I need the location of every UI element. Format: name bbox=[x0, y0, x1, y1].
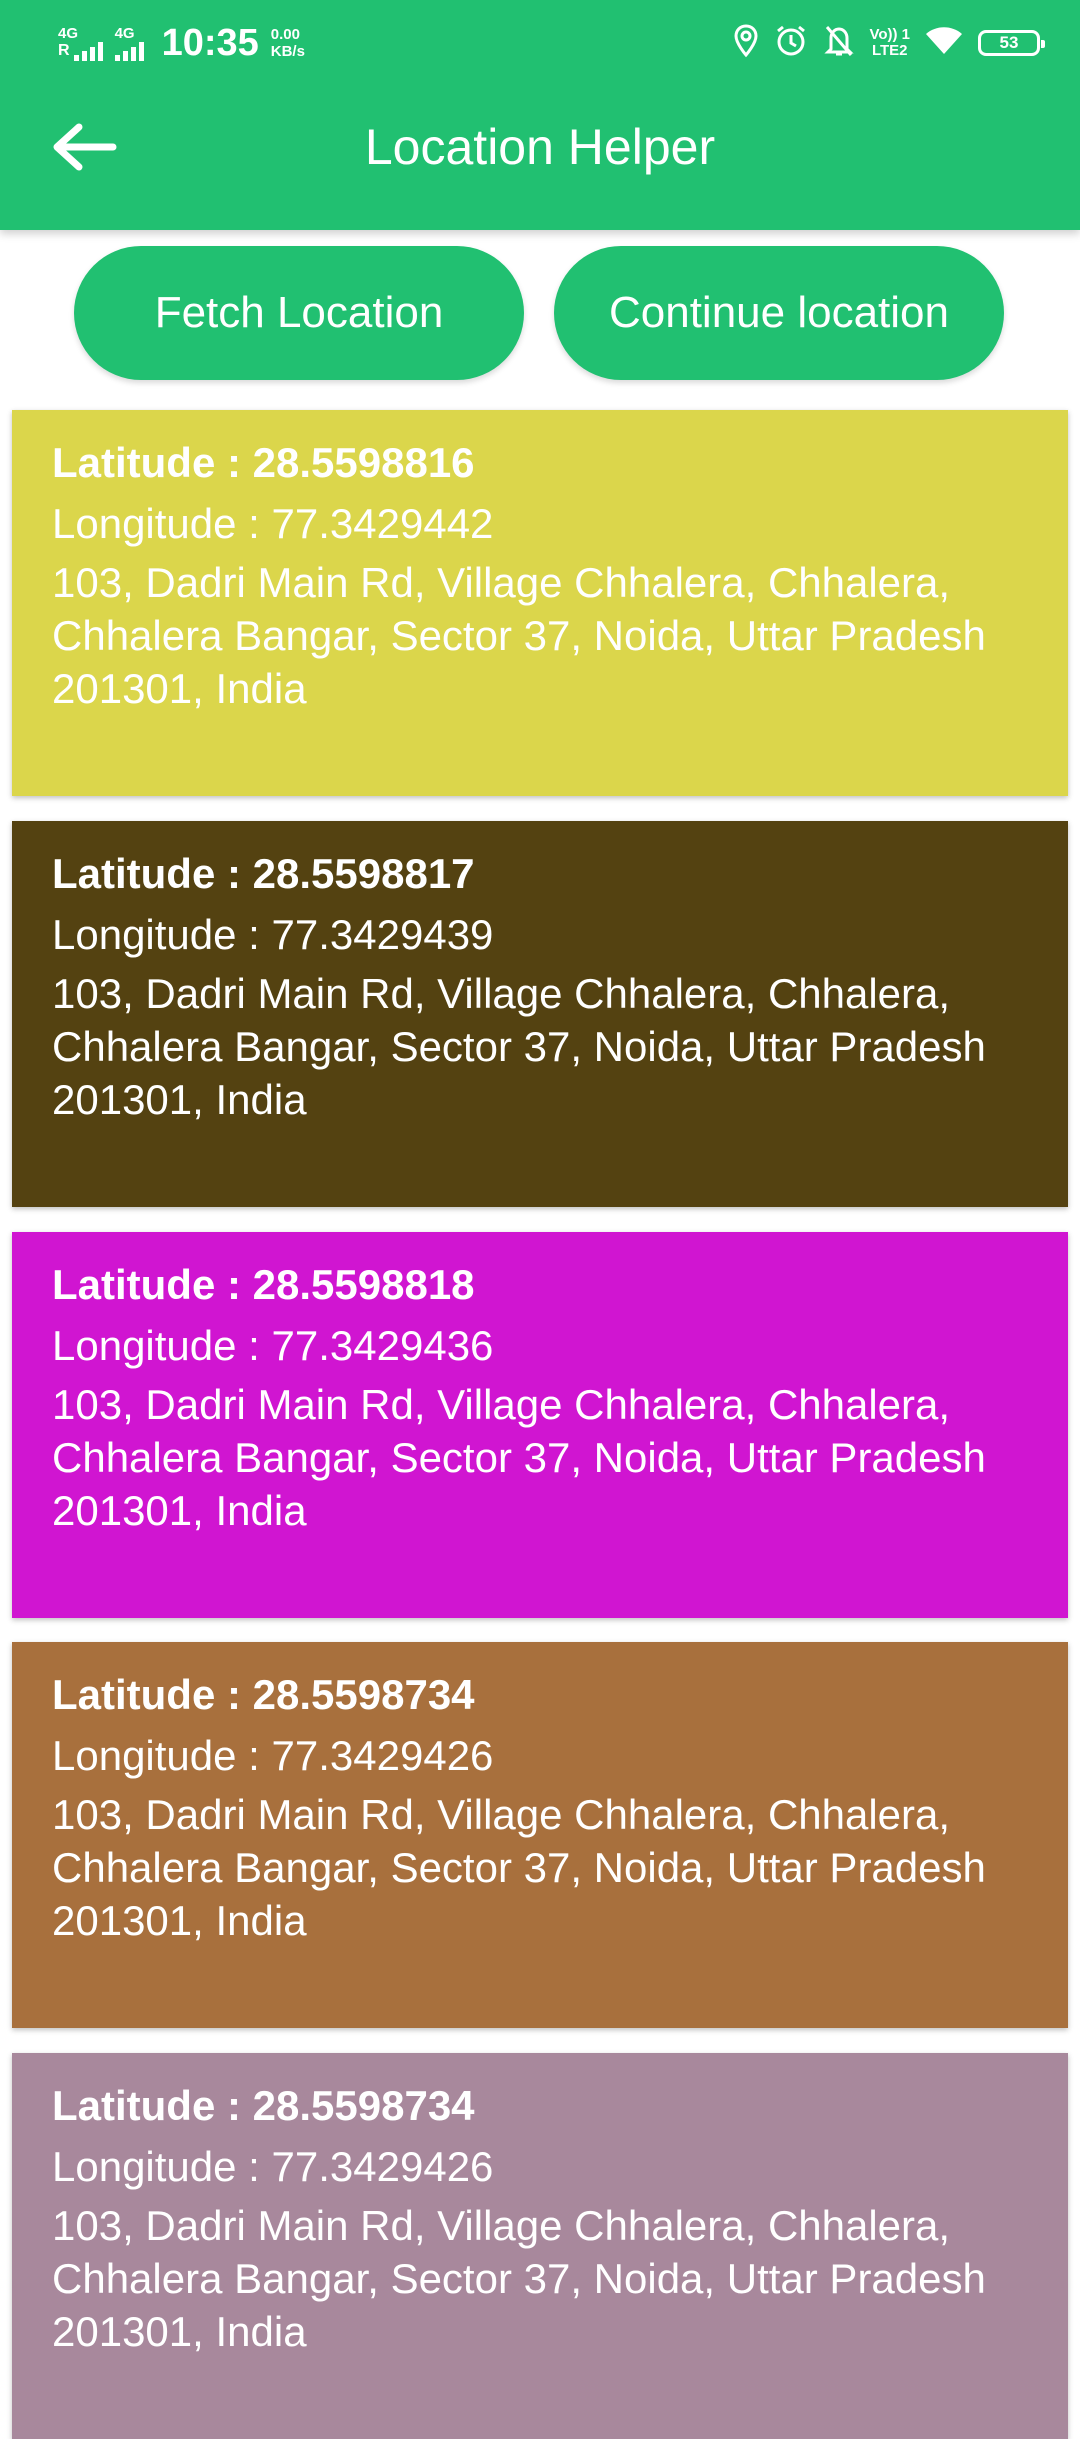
clock: 10:35 bbox=[161, 21, 259, 64]
status-right: Vo)) 1 LTE2 53 bbox=[733, 20, 1045, 66]
location-card[interactable]: Latitude : 28.5598817 Longitude : 77.342… bbox=[12, 821, 1068, 1207]
network-speed: 0.00 KB/s bbox=[271, 26, 305, 60]
roaming-label: R bbox=[58, 41, 70, 59]
location-icon bbox=[733, 23, 759, 63]
longitude-text: Longitude : 77.3429426 bbox=[52, 1732, 494, 1779]
signal-sim1: 4G R bbox=[58, 26, 103, 61]
fetch-location-button[interactable]: Fetch Location bbox=[74, 246, 524, 380]
signal-sim2: 4G bbox=[114, 24, 144, 61]
network-type-label: 4G bbox=[58, 24, 79, 42]
mute-bell-icon bbox=[823, 23, 855, 64]
address-text: 103, Dadri Main Rd, Village Chhalera, Ch… bbox=[52, 1791, 986, 1944]
address-text: 103, Dadri Main Rd, Village Chhalera, Ch… bbox=[52, 2202, 986, 2355]
location-card[interactable]: Latitude : 28.5598818 Longitude : 77.342… bbox=[12, 1232, 1068, 1618]
longitude-text: Longitude : 77.3429439 bbox=[52, 911, 494, 958]
location-card[interactable]: Latitude : 28.5598734 Longitude : 77.342… bbox=[12, 1642, 1068, 2028]
speed-unit: KB/s bbox=[270, 43, 305, 60]
signal-bars-icon bbox=[73, 41, 103, 61]
latitude-text: Latitude : 28.5598734 bbox=[52, 1671, 475, 1718]
signal-bars-icon bbox=[114, 41, 144, 61]
longitude-text: Longitude : 77.3429442 bbox=[52, 500, 494, 547]
battery-level: 53 bbox=[999, 33, 1019, 52]
address-text: 103, Dadri Main Rd, Village Chhalera, Ch… bbox=[52, 970, 986, 1123]
longitude-text: Longitude : 77.3429426 bbox=[52, 2143, 494, 2190]
wifi-icon bbox=[924, 24, 964, 63]
volte-top-label: Vo)) 1 bbox=[869, 26, 910, 43]
page-title: Location Helper bbox=[364, 119, 716, 175]
location-card[interactable]: Latitude : 28.5598734 Longitude : 77.342… bbox=[12, 2053, 1068, 2439]
network-type-label: 4G bbox=[114, 24, 135, 42]
battery-icon: 53 bbox=[978, 30, 1045, 56]
alarm-icon bbox=[773, 23, 809, 64]
latitude-text: Latitude : 28.5598817 bbox=[52, 850, 475, 897]
latitude-text: Latitude : 28.5598818 bbox=[52, 1261, 475, 1308]
status-left: 4G R 4G 10:35 0.00 KB/s bbox=[58, 18, 305, 68]
continue-location-button[interactable]: Continue location bbox=[554, 246, 1004, 380]
longitude-text: Longitude : 77.3429436 bbox=[52, 1322, 494, 1369]
volte-bottom-label: LTE2 bbox=[871, 42, 908, 59]
address-text: 103, Dadri Main Rd, Village Chhalera, Ch… bbox=[52, 1381, 986, 1534]
speed-value: 0.00 bbox=[270, 26, 300, 43]
volte-indicator: Vo)) 1 LTE2 bbox=[869, 27, 910, 59]
location-card[interactable]: Latitude : 28.5598816 Longitude : 77.342… bbox=[12, 410, 1068, 796]
latitude-text: Latitude : 28.5598816 bbox=[52, 439, 475, 486]
address-text: 103, Dadri Main Rd, Village Chhalera, Ch… bbox=[52, 559, 986, 712]
status-bar: 4G R 4G 10:35 0.00 KB/s Vo)) 1 LTE2 53 bbox=[0, 0, 1080, 84]
latitude-text: Latitude : 28.5598734 bbox=[52, 2082, 475, 2129]
app-bar: 4G R 4G 10:35 0.00 KB/s Vo)) 1 LTE2 53 L… bbox=[0, 0, 1080, 230]
